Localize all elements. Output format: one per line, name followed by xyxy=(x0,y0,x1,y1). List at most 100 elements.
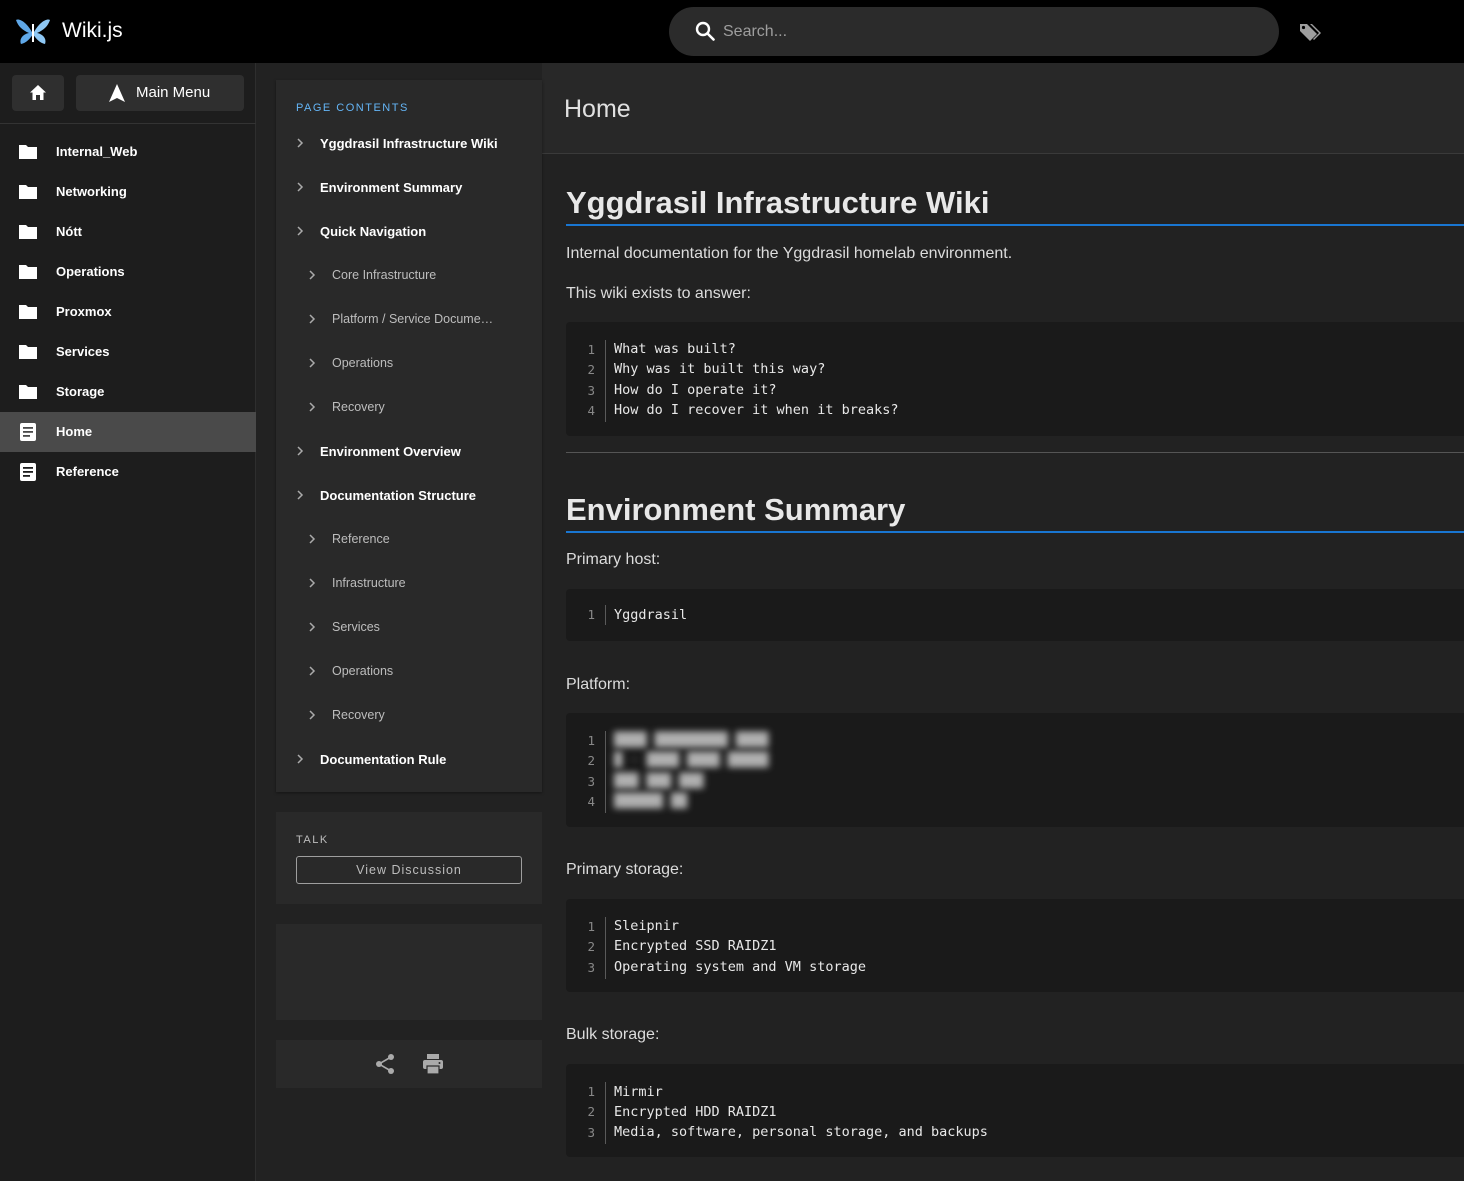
toc-item-label: Operations xyxy=(332,664,394,678)
code-line: Sleipnir xyxy=(614,918,680,934)
page-icon xyxy=(20,423,36,441)
folder-icon xyxy=(19,185,37,199)
sidebar-item-reference[interactable]: Reference xyxy=(0,452,256,492)
toc-item[interactable]: Recovery xyxy=(308,706,518,726)
toc-item[interactable]: Operations xyxy=(308,662,518,682)
line-gutter: 1 2 3 xyxy=(580,1082,606,1144)
toc-item[interactable]: Documentation Rule xyxy=(296,750,526,770)
platform-label: Platform: xyxy=(566,676,631,693)
sidebar-item-internal-web[interactable]: Internal_Web xyxy=(0,132,256,172)
code-block-primary-host: 1 Yggdrasil xyxy=(566,589,1464,641)
toc-item[interactable]: Reference xyxy=(308,530,518,550)
sidebar-item-operations[interactable]: Operations xyxy=(0,252,256,292)
sidebar-item-label: Proxmox xyxy=(56,304,112,319)
toc-item-label: Reference xyxy=(332,532,390,546)
main-menu-label: Main Menu xyxy=(136,84,211,101)
view-discussion-button[interactable]: View Discussion xyxy=(296,856,522,884)
toc-item[interactable]: Yggdrasil Infrastructure Wiki xyxy=(296,134,526,154)
toc-item[interactable]: Environment Summary xyxy=(296,178,526,198)
page-actions-card xyxy=(276,1040,542,1088)
line-gutter: 1 2 3 xyxy=(580,917,606,979)
line-number: 4 xyxy=(587,403,595,418)
talk-card: TALK View Discussion xyxy=(276,812,542,904)
wikijs-logo-icon[interactable] xyxy=(15,14,51,48)
line-number: 2 xyxy=(587,362,595,377)
sidebar-divider xyxy=(0,123,256,124)
sidebar-item-networking[interactable]: Networking xyxy=(0,172,256,212)
main-menu-button[interactable]: Main Menu xyxy=(76,75,244,111)
share-icon[interactable] xyxy=(374,1053,396,1075)
primary-storage-label: Primary storage: xyxy=(566,861,684,878)
talk-heading: TALK xyxy=(296,834,329,846)
app-title[interactable]: Wiki.js xyxy=(62,19,123,43)
code-line: Encrypted SSD RAIDZ1 xyxy=(614,938,777,954)
search-box[interactable] xyxy=(669,7,1279,56)
line-gutter: 1 2 3 4 xyxy=(580,340,606,422)
chevron-right-icon xyxy=(309,314,316,324)
line-gutter: 1 xyxy=(580,605,606,625)
toc-item[interactable]: Core Infrastructure xyxy=(308,266,518,286)
toc-item-label: Recovery xyxy=(332,400,385,414)
toc-item-label: Services xyxy=(332,620,380,634)
sidebar-item-label: Operations xyxy=(56,264,125,279)
toc-item[interactable]: Recovery xyxy=(308,398,518,418)
chevron-right-icon xyxy=(297,182,304,192)
chevron-right-icon xyxy=(309,402,316,412)
home-icon xyxy=(30,85,46,100)
print-icon[interactable] xyxy=(422,1053,444,1075)
toc-item-label: Operations xyxy=(332,356,394,370)
line-number: 1 xyxy=(587,919,595,934)
chevron-right-icon xyxy=(297,446,304,456)
code-block-bulk-storage: 1 2 3 Mirmir Encrypted HDD RAIDZ1 Media,… xyxy=(566,1064,1464,1157)
exists-label: This wiki exists to answer: xyxy=(566,285,751,302)
home-button[interactable] xyxy=(12,75,64,111)
sidebar-item-label: Networking xyxy=(56,184,127,199)
toc-item-label: Documentation Rule xyxy=(320,752,447,767)
sidebar-item-nott[interactable]: Nótt xyxy=(0,212,256,252)
toc-item[interactable]: Documentation Structure xyxy=(296,486,526,506)
code-line: Yggdrasil xyxy=(614,607,688,623)
line-number: 2 xyxy=(587,1104,595,1119)
toc-item-label: Infrastructure xyxy=(332,576,406,590)
sidebar-item-proxmox[interactable]: Proxmox xyxy=(0,292,256,332)
toc-item[interactable]: Services xyxy=(308,618,518,638)
toc-item-label: Quick Navigation xyxy=(320,224,427,239)
sidebar-item-home[interactable]: Home xyxy=(0,412,256,452)
heading-underline xyxy=(566,531,1464,533)
page-icon xyxy=(20,463,36,481)
tags-icon[interactable] xyxy=(1299,21,1323,43)
line-number: 1 xyxy=(587,1084,595,1099)
intro-text: Internal documentation for the Yggdrasil… xyxy=(566,245,1013,262)
line-number: 1 xyxy=(587,342,595,357)
toc-item-label: Recovery xyxy=(332,708,385,722)
code-line: Mirmir xyxy=(614,1084,663,1100)
search-input[interactable] xyxy=(723,7,1243,56)
section-divider xyxy=(566,452,1464,453)
code-line: Operating system and VM storage xyxy=(614,959,866,975)
code-block-questions: 1 2 3 4 What was built? Why was it built… xyxy=(566,322,1464,436)
top-bar: Wiki.js xyxy=(0,0,1464,63)
line-gutter: 1 2 3 4 xyxy=(580,731,606,813)
sidebar-item-storage[interactable]: Storage xyxy=(0,372,256,412)
code-line: How do I recover it when it breaks? xyxy=(614,402,899,418)
sidebar-item-label: Nótt xyxy=(56,224,82,239)
chevron-right-icon xyxy=(309,666,316,676)
bulk-storage-label: Bulk storage: xyxy=(566,1026,660,1043)
sidebar-list: Internal_Web Networking Nótt Operations … xyxy=(0,132,256,492)
code-block-platform: 1 2 3 4 ████ █████████ ████ █ · ████ ███… xyxy=(566,713,1464,827)
folder-icon xyxy=(19,345,37,359)
sidebar-item-label: Home xyxy=(56,424,93,439)
toc-item[interactable]: Operations xyxy=(308,354,518,374)
toc-item[interactable]: Environment Overview xyxy=(296,442,526,462)
primary-host-label: Primary host: xyxy=(566,551,661,568)
toc-item[interactable]: Quick Navigation xyxy=(296,222,526,242)
code-line-redacted: ███ ███ ███ xyxy=(614,773,704,789)
chevron-right-icon xyxy=(297,138,304,148)
sidebar-item-services[interactable]: Services xyxy=(0,332,256,372)
navigation-icon xyxy=(109,84,125,102)
toc-item[interactable]: Platform / Service Documentation xyxy=(308,310,518,330)
chevron-right-icon xyxy=(309,622,316,632)
line-number: 1 xyxy=(587,607,595,622)
heading-underline xyxy=(566,224,1464,226)
toc-item[interactable]: Infrastructure xyxy=(308,574,518,594)
